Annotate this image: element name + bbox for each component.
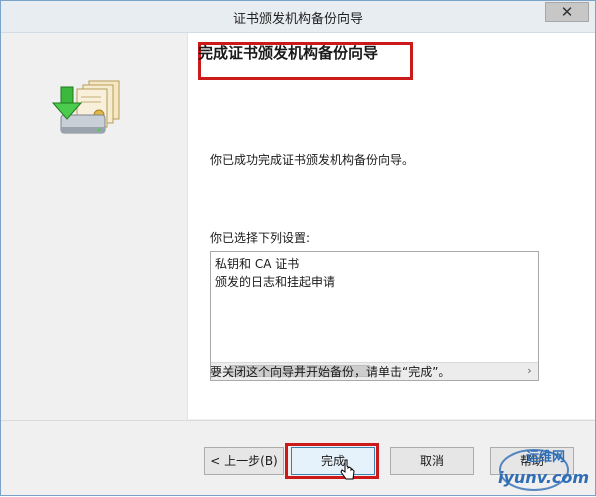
certificate-backup-icon: [51, 80, 120, 134]
window-title: 证书颁发机构备份向导: [232, 12, 363, 27]
cancel-button[interactable]: 取消: [390, 447, 474, 475]
settings-item: 颁发的日志和挂起申请: [215, 275, 336, 289]
back-button[interactable]: < 上一步(B): [204, 447, 284, 475]
settings-list: 私钥和 CA 证书 颁发的日志和挂起申请: [215, 255, 335, 291]
wizard-content: 完成证书颁发机构备份向导 你已成功完成证书颁发机构备份向导。 你已选择下列设置:…: [187, 33, 595, 419]
scroll-right-arrow-icon[interactable]: ›: [521, 363, 538, 380]
settings-list-box[interactable]: 私钥和 CA 证书 颁发的日志和挂起申请 ‹ III ›: [210, 251, 539, 381]
settings-label: 你已选择下列设置:: [210, 231, 311, 245]
watermark-top-text: 运维网: [526, 450, 566, 465]
settings-item: 私钥和 CA 证书: [215, 257, 300, 271]
page-heading: 完成证书颁发机构备份向导: [198, 44, 379, 62]
mouse-cursor-icon: [340, 459, 355, 480]
success-message: 你已成功完成证书颁发机构备份向导。: [210, 153, 415, 167]
watermark-bottom-text: iyunv.com: [498, 468, 590, 487]
wizard-window: 证书颁发机构备份向导 ✕ 完成证书颁发机构备份向导 你已成功完成证书颁发机构备份…: [0, 0, 596, 496]
title-bar: 证书颁发机构备份向导 ✕: [1, 1, 595, 33]
close-button[interactable]: ✕: [545, 2, 589, 22]
close-instruction: 要关闭这个向导并开始备份，请单击“完成”。: [210, 365, 451, 379]
close-icon: ✕: [560, 3, 574, 21]
site-watermark: 运维网 iyunv.com: [496, 440, 592, 494]
wizard-left-pane: [1, 33, 187, 419]
finish-button[interactable]: 完成: [291, 447, 375, 475]
